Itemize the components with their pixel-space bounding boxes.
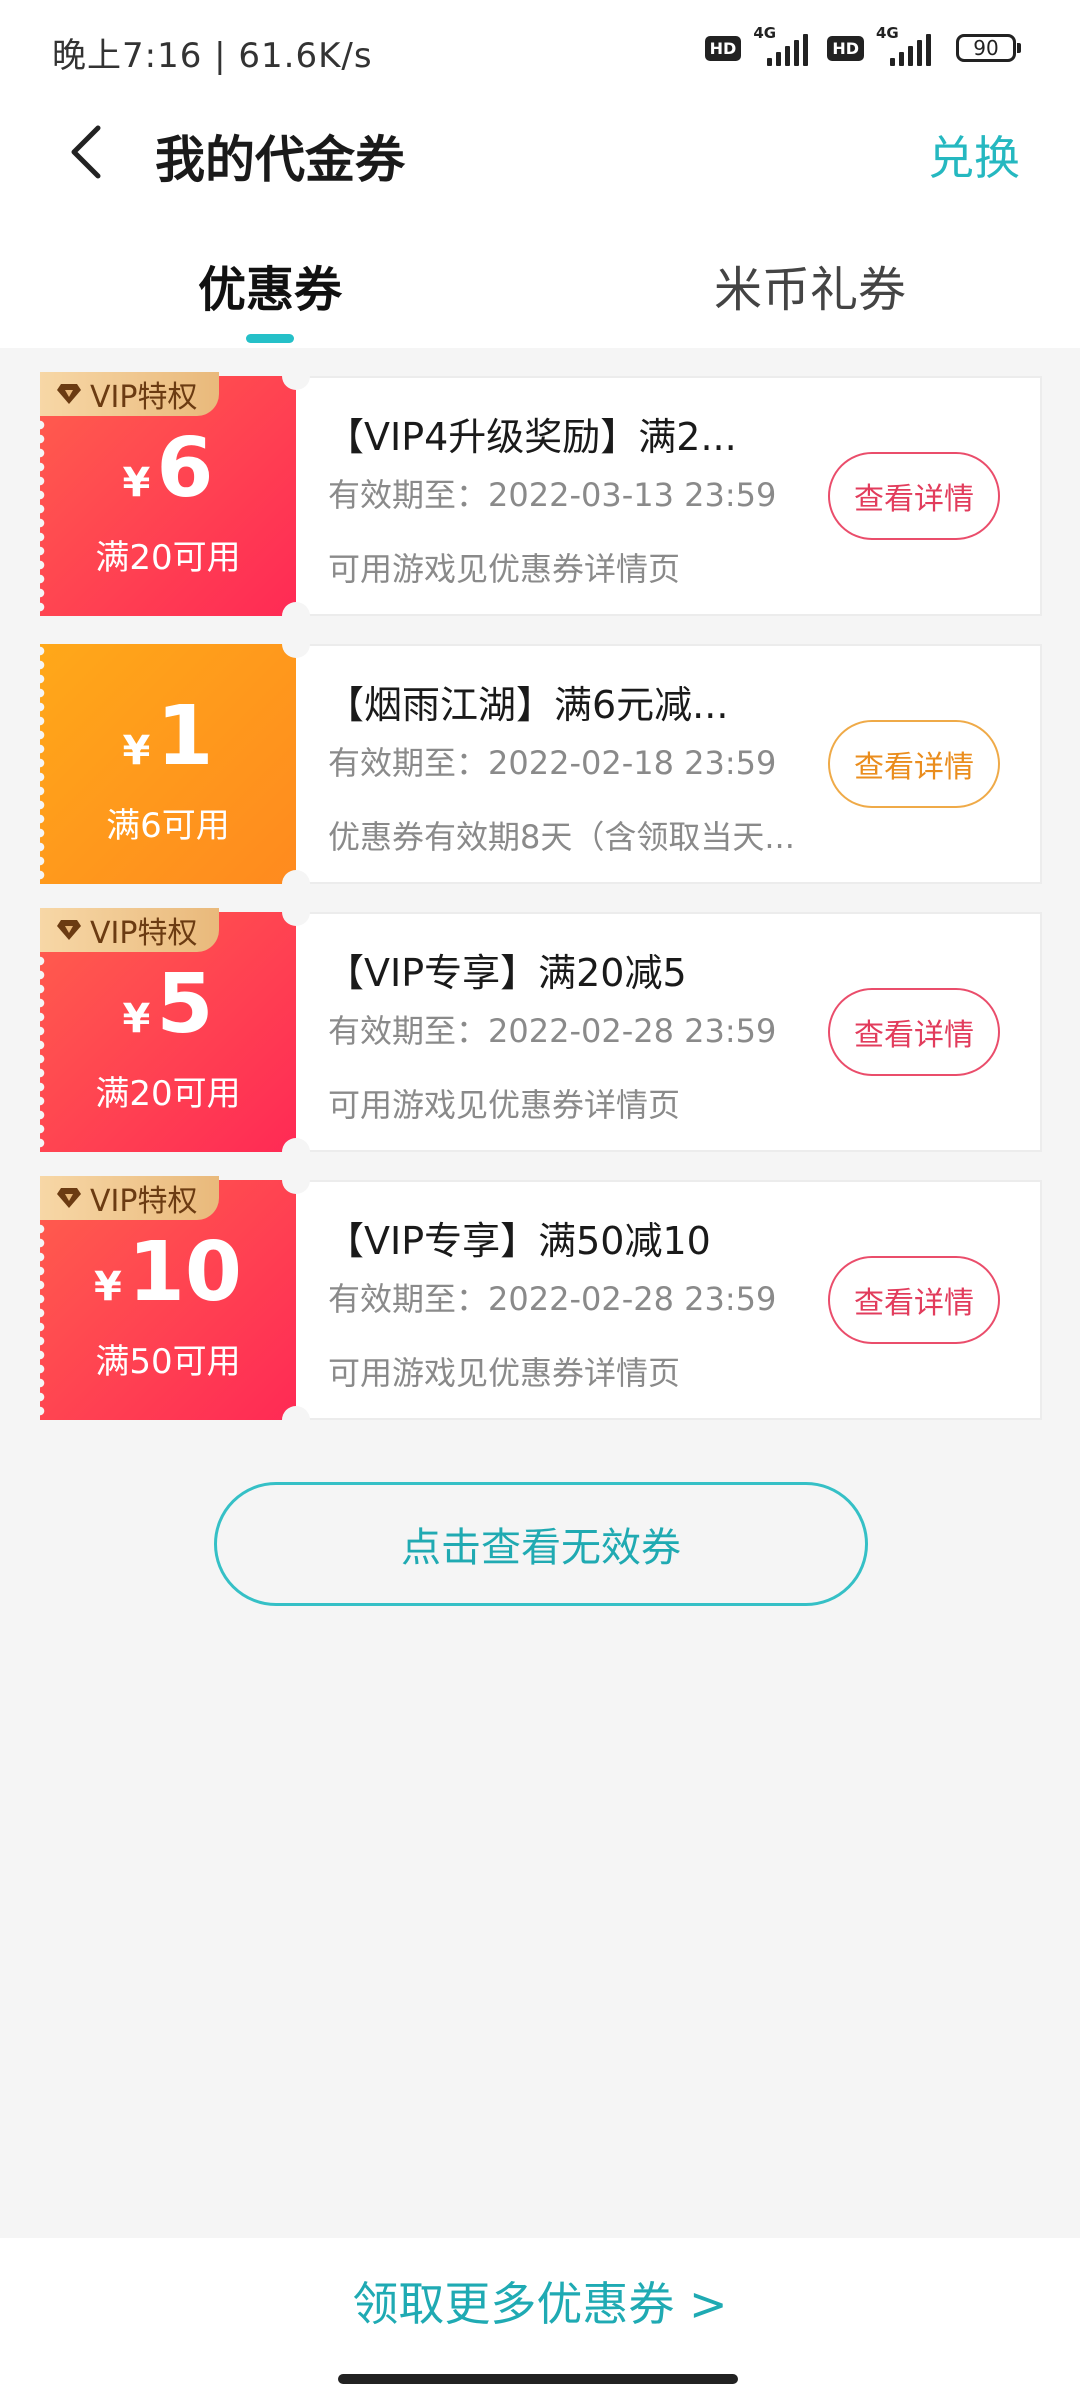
coupon-validity: 有效期至：2022-02-28 23:59 bbox=[328, 1012, 777, 1050]
vip-badge-label: VIP特权 bbox=[90, 916, 198, 951]
coupon-title: 【VIP专享】满50减10 bbox=[326, 1219, 711, 1263]
coupon-info-panel: 【VIP4升级奖励】满2... 有效期至：2022-03-13 23:59 可用… bbox=[296, 376, 1042, 616]
coupon-value-panel: ¥1 满6可用 bbox=[40, 644, 296, 884]
signal-icon: 4G bbox=[876, 24, 938, 66]
amount-value: 5 bbox=[156, 957, 214, 1052]
coupon-card[interactable]: VIP特权 ¥10 满50可用 【VIP专享】满50减10 有效期至：2022-… bbox=[40, 1166, 1042, 1434]
coupon-validity: 有效期至：2022-03-13 23:59 bbox=[328, 476, 777, 514]
signal-icon: 4G bbox=[753, 24, 815, 66]
ticket-notch bbox=[282, 630, 310, 658]
view-details-button[interactable]: 查看详情 bbox=[828, 1256, 1000, 1344]
active-tab-indicator bbox=[246, 334, 294, 343]
home-indicator[interactable] bbox=[338, 2374, 738, 2384]
coupon-title: 【VIP专享】满20减5 bbox=[326, 951, 687, 995]
coupon-list: VIP特权 ¥6 满20可用 【VIP4升级奖励】满2... 有效期至：2022… bbox=[40, 362, 1042, 1448]
usage-condition: 满20可用 bbox=[95, 538, 241, 578]
coupon-card[interactable]: VIP特权 ¥5 满20可用 【VIP专享】满20减5 有效期至：2022-02… bbox=[40, 898, 1042, 1166]
ticket-notch bbox=[282, 1138, 310, 1166]
diamond-icon bbox=[57, 1188, 81, 1208]
view-details-button[interactable]: 查看详情 bbox=[828, 452, 1000, 540]
hd-badge: HD bbox=[827, 35, 864, 61]
exchange-button[interactable]: 兑换 bbox=[928, 122, 1020, 188]
status-time: 晚上7:16 | 61.6K/s bbox=[52, 36, 373, 76]
coupon-value-panel: VIP特权 ¥10 满50可用 bbox=[40, 1176, 296, 1420]
coupon-amount: ¥10 bbox=[40, 1228, 296, 1340]
vip-badge: VIP特权 bbox=[40, 372, 220, 416]
usage-condition: 满6可用 bbox=[106, 806, 230, 846]
page-title: 我的代金券 bbox=[155, 131, 405, 189]
ticket-notch bbox=[282, 602, 310, 630]
ticket-notch bbox=[282, 898, 310, 926]
ticket-notch bbox=[282, 362, 310, 390]
coupon-value-panel: VIP特权 ¥6 满20可用 bbox=[40, 372, 296, 616]
coupon-validity: 有效期至：2022-02-18 23:59 bbox=[328, 744, 777, 782]
status-icons: HD 4G HD 4G 90 bbox=[704, 24, 1021, 66]
diamond-icon bbox=[57, 384, 81, 404]
vip-badge-label: VIP特权 bbox=[90, 380, 198, 415]
ticket-notch bbox=[282, 870, 310, 898]
coupon-info-panel: 【VIP专享】满20减5 有效期至：2022-02-28 23:59 可用游戏见… bbox=[296, 912, 1042, 1152]
coupon-amount: ¥1 bbox=[40, 692, 296, 804]
view-details-button[interactable]: 查看详情 bbox=[828, 720, 1000, 808]
view-invalid-coupons-button[interactable]: 点击查看无效券 bbox=[214, 1482, 868, 1606]
navigation-header: 我的代金券 兑换 bbox=[0, 100, 1080, 210]
ticket-notch bbox=[282, 1406, 310, 1434]
top-area: 晚上7:16 | 61.6K/s HD 4G HD 4G 90 我的代金券 兑换… bbox=[0, 0, 1080, 348]
coupon-title: 【烟雨江湖】满6元减... bbox=[326, 683, 729, 727]
currency-symbol: ¥ bbox=[122, 460, 151, 506]
coupon-description: 优惠券有效期8天（含领取当天... bbox=[328, 818, 795, 856]
tab-label: 优惠券 bbox=[197, 262, 342, 318]
bottom-bar: 领取更多优惠券 > bbox=[0, 2238, 1080, 2400]
coupon-validity: 有效期至：2022-02-28 23:59 bbox=[328, 1280, 777, 1318]
coupon-description: 可用游戏见优惠券详情页 bbox=[328, 1086, 681, 1124]
coupon-description: 可用游戏见优惠券详情页 bbox=[328, 1354, 681, 1392]
coupon-title: 【VIP4升级奖励】满2... bbox=[326, 415, 737, 459]
coupon-amount: ¥6 bbox=[40, 424, 296, 536]
coupon-description: 可用游戏见优惠券详情页 bbox=[328, 550, 681, 588]
status-bar: 晚上7:16 | 61.6K/s HD 4G HD 4G 90 bbox=[0, 0, 1080, 100]
tab-bar: 优惠券 米币礼券 bbox=[0, 230, 1080, 348]
battery-icon: 90 bbox=[956, 34, 1021, 62]
vip-badge: VIP特权 bbox=[40, 908, 220, 952]
currency-symbol: ¥ bbox=[122, 996, 151, 1042]
currency-symbol: ¥ bbox=[94, 1264, 122, 1310]
tab-coupons[interactable]: 优惠券 bbox=[120, 250, 420, 343]
usage-condition: 满20可用 bbox=[95, 1074, 241, 1114]
coupon-card[interactable]: VIP特权 ¥6 满20可用 【VIP4升级奖励】满2... 有效期至：2022… bbox=[40, 362, 1042, 630]
diamond-icon bbox=[57, 920, 81, 940]
currency-symbol: ¥ bbox=[122, 728, 151, 774]
coupon-card[interactable]: ¥1 满6可用 【烟雨江湖】满6元减... 有效期至：2022-02-18 23… bbox=[40, 630, 1042, 898]
hd-badge: HD bbox=[704, 35, 742, 61]
amount-value: 1 bbox=[156, 689, 214, 784]
coupon-info-panel: 【烟雨江湖】满6元减... 有效期至：2022-02-18 23:59 优惠券有… bbox=[296, 644, 1042, 884]
vip-badge-label: VIP特权 bbox=[90, 1184, 198, 1219]
coupon-amount: ¥5 bbox=[40, 960, 296, 1072]
get-more-coupons-link[interactable]: 领取更多优惠券 > bbox=[0, 2268, 1080, 2334]
ticket-notch bbox=[282, 1166, 310, 1194]
usage-condition: 满50可用 bbox=[95, 1342, 241, 1382]
back-button[interactable] bbox=[56, 122, 116, 182]
tab-mi-coin-gift-coupons[interactable]: 米币礼券 bbox=[660, 250, 960, 320]
view-details-button[interactable]: 查看详情 bbox=[828, 988, 1000, 1076]
coupon-value-panel: VIP特权 ¥5 满20可用 bbox=[40, 908, 296, 1152]
chevron-left-icon bbox=[71, 125, 101, 179]
coupon-info-panel: 【VIP专享】满50减10 有效期至：2022-02-28 23:59 可用游戏… bbox=[296, 1180, 1042, 1420]
amount-value: 6 bbox=[156, 421, 214, 516]
tab-label: 米币礼券 bbox=[713, 262, 906, 318]
vip-badge: VIP特权 bbox=[40, 1176, 220, 1220]
amount-value: 10 bbox=[127, 1225, 242, 1320]
